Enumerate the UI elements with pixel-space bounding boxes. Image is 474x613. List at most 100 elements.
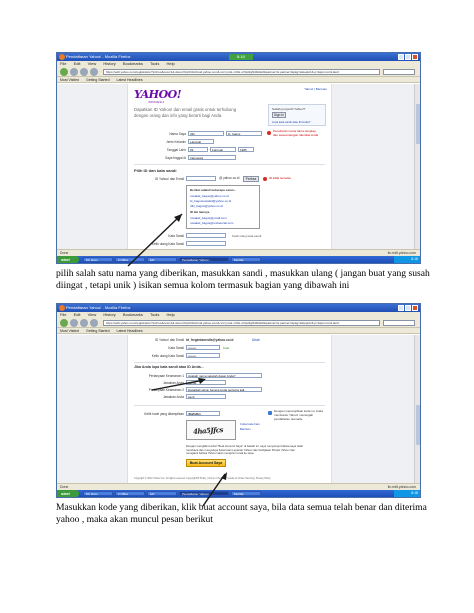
suggestion-item[interactable]: rowakid_bagus@ymail.com — [190, 216, 227, 220]
taskbar-item[interactable]: bdf — [147, 491, 177, 496]
retype-password-input[interactable]: •••••••• — [186, 353, 220, 358]
forgot-link[interactable]: Lupa kata sandi atau ID Anda? — [272, 120, 310, 124]
menu-help[interactable]: Help — [166, 312, 174, 317]
close-icon[interactable] — [412, 305, 418, 311]
menu-history[interactable]: History — [103, 312, 115, 317]
sign-in-button[interactable]: Sign In — [272, 112, 286, 118]
bookmarks-toolbar: Most Visited Getting Started Latest Head… — [57, 77, 420, 83]
caption-step1: pilih salah satu nama yang diberikan, ma… — [56, 268, 430, 291]
first-name-input[interactable]: rifki — [188, 131, 224, 136]
menu-edit[interactable]: Edit — [74, 312, 81, 317]
taskbar-item[interactable]: 2 Office — [115, 491, 145, 496]
suggestion-item[interactable]: rowakid_bagus@rocketmail.com — [190, 221, 233, 225]
menu-file[interactable]: File — [60, 312, 66, 317]
yahoo-logo-subtitle: INDONESIA — [148, 101, 165, 104]
help-link[interactable]: Bantuan — [240, 427, 250, 431]
yahoo-id-label: ID Yahoo! dan Email — [155, 338, 184, 342]
menu-bookmarks[interactable]: Bookmarks — [123, 61, 143, 66]
choose-id-heading: Pilih ID dan kata sandi — [134, 168, 177, 173]
clock-badge: 8:18 — [229, 54, 253, 60]
back-icon[interactable] — [60, 68, 68, 76]
create-account-button[interactable]: Buat Account Saya — [186, 459, 226, 467]
suggestion-item[interactable]: rifki_bagus@yahoo.co.id — [190, 204, 223, 208]
close-icon[interactable] — [412, 54, 418, 60]
suggestion-item[interactable]: rowakid_bagus@yahoo.co.id — [190, 194, 229, 198]
scrollbar-thumb[interactable] — [416, 405, 420, 445]
reload-icon[interactable] — [80, 68, 88, 76]
divider — [134, 164, 325, 165]
home-icon[interactable] — [90, 319, 98, 327]
menu-edit[interactable]: Edit — [74, 61, 81, 66]
page-viewport: ID Yahoo! dan Email bt_fergantsmedia@yah… — [57, 335, 414, 483]
start-button[interactable]: start — [57, 490, 79, 497]
taskbar-item[interactable]: Mozilla — [231, 257, 261, 262]
firefox-icon — [59, 54, 65, 60]
status-text: Done — [60, 485, 69, 489]
minimize-icon[interactable] — [398, 54, 404, 60]
caption-step2: Masukkan kode yang diberikan, klik buat … — [56, 502, 427, 525]
page-viewport: Yahoo! | Bantuan YAHOO! INDONESIA Dapatk… — [57, 84, 414, 259]
change-id-link[interactable]: Ubah — [252, 338, 260, 342]
back-icon[interactable] — [60, 319, 68, 327]
birth-day-input[interactable]: 03 — [188, 147, 208, 152]
forward-icon[interactable] — [70, 68, 78, 76]
vertical-scrollbar[interactable] — [414, 84, 420, 249]
password-input[interactable]: •••••••• — [186, 345, 220, 350]
menu-tools[interactable]: Tools — [150, 61, 159, 66]
bookmark-getting-started[interactable]: Getting Started — [86, 78, 110, 82]
yahoo-header-links[interactable]: Yahoo! | Bantuan — [304, 87, 327, 91]
vertical-scrollbar[interactable] — [414, 335, 420, 483]
maximize-icon[interactable] — [405, 305, 411, 311]
gender-label: Jenis Kelamin — [166, 140, 186, 144]
menu-bookmarks[interactable]: Bookmarks — [123, 312, 143, 317]
windows-taskbar: start My Docs 2 Office bdf Pendaftaran Y… — [57, 256, 420, 263]
status-text: Done — [60, 251, 69, 255]
gender-select[interactable]: Laki-laki — [188, 139, 214, 144]
password-label: Kata Sandi — [168, 346, 184, 350]
menu-file[interactable]: File — [60, 61, 66, 66]
menu-tools[interactable]: Tools — [150, 312, 159, 317]
bookmark-most-visited[interactable]: Most Visited — [60, 329, 79, 333]
url-input[interactable]: https://edit.yahoo.com/registration?intl… — [103, 69, 380, 75]
check-id-button[interactable]: Periksa — [243, 176, 259, 182]
terms-text: Dengan mengklik tombol "Buat Account Say… — [186, 444, 304, 456]
password-input[interactable] — [186, 233, 226, 238]
captcha-help-text: Dengan menampilkan kode ini, Anda memban… — [274, 409, 323, 421]
last-name-input[interactable]: bt_bagus — [226, 131, 262, 136]
scrollbar-thumb[interactable] — [416, 104, 420, 144]
captcha-input[interactable]: 4ha5Jfcs — [186, 411, 220, 416]
home-icon[interactable] — [90, 68, 98, 76]
id-suggestion-box: Berikut adalah beberapa saran... rowakid… — [186, 185, 260, 229]
start-button[interactable]: start — [57, 256, 79, 263]
country-select[interactable]: Indonesia — [188, 155, 236, 160]
minimize-icon[interactable] — [398, 305, 404, 311]
bookmark-getting-started[interactable]: Getting Started — [86, 329, 110, 333]
search-input[interactable] — [383, 69, 415, 75]
bookmark-most-visited[interactable]: Most Visited — [60, 78, 79, 82]
forgot-heading: Jika Anda lupa kata sandi atau ID Anda..… — [134, 365, 204, 369]
url-input[interactable]: https://edit.yahoo.com/registration?intl… — [103, 320, 380, 326]
bookmark-latest-headlines[interactable]: Latest Headlines — [117, 329, 143, 333]
menu-view[interactable]: View — [88, 61, 97, 66]
menu-history[interactable]: History — [103, 61, 115, 66]
bookmark-latest-headlines[interactable]: Latest Headlines — [117, 78, 143, 82]
captcha-label: Ketik kode yang ditampilkan — [144, 412, 184, 416]
maximize-icon[interactable] — [405, 54, 411, 60]
retype-password-input[interactable] — [186, 241, 226, 246]
menu-view[interactable]: View — [88, 312, 97, 317]
birth-year-input[interactable]: 1985 — [238, 147, 254, 152]
yahoo-logo: YAHOO! — [134, 88, 182, 101]
password-strength: Kuat — [223, 346, 230, 350]
answer-2-input[interactable]: sanb — [186, 394, 226, 399]
suggestion-item[interactable]: bt_bagusrowakid@yahoo.co.id — [190, 199, 231, 203]
new-code-link[interactable]: Coba kode baru — [240, 422, 260, 426]
country-label: Saya tinggal di — [165, 156, 186, 160]
taskbar-item[interactable]: My Docs — [83, 257, 113, 262]
search-input[interactable] — [383, 320, 415, 326]
yahoo-id-input[interactable] — [186, 176, 216, 181]
reload-icon[interactable] — [80, 319, 88, 327]
forward-icon[interactable] — [70, 319, 78, 327]
birth-month-select[interactable]: Februari — [210, 147, 236, 152]
menu-help[interactable]: Help — [166, 61, 174, 66]
taskbar-item[interactable]: My Docs — [83, 491, 113, 496]
